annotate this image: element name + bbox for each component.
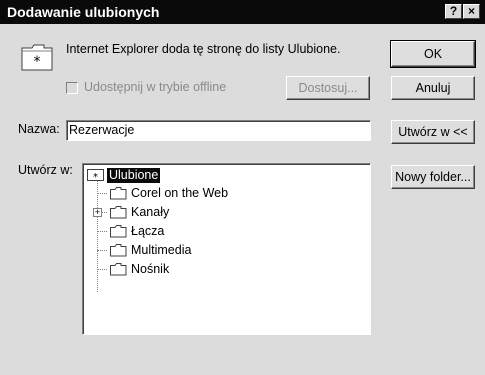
create-in-label: Utwórz w: <box>18 163 73 177</box>
folder-icon <box>110 224 127 243</box>
cancel-button[interactable]: Anuluj <box>391 76 475 100</box>
info-message: Internet Explorer doda tę stronę do list… <box>66 42 341 56</box>
add-favorites-dialog: Dodawanie ulubionych ? × * Internet Expl… <box>0 0 485 375</box>
tree-line <box>102 212 107 214</box>
name-input[interactable]: Rezerwacje <box>66 120 371 141</box>
name-input-value: Rezerwacje <box>69 123 135 137</box>
tree-line <box>97 269 107 271</box>
tree-item-multimedia[interactable]: Multimedia <box>131 243 191 258</box>
svg-text:*: * <box>93 172 98 182</box>
tree-line <box>97 231 107 233</box>
help-button[interactable]: ? <box>445 4 462 19</box>
create-in-button[interactable]: Utwórz w << <box>391 120 475 144</box>
name-label: Nazwa: <box>18 122 60 136</box>
favorites-star-icon: * <box>87 168 105 187</box>
folder-icon <box>110 186 127 205</box>
folder-icon <box>110 205 127 224</box>
svg-text:*: * <box>34 54 41 70</box>
customize-button[interactable]: Dostosuj... <box>286 76 370 100</box>
tree-item-lacza[interactable]: Łącza <box>131 224 164 239</box>
offline-checkbox-label: Udostępnij w trybie offline <box>84 80 227 94</box>
folder-tree[interactable]: * Ulubione Corel on the Web + Kanały Łąc… <box>82 163 371 335</box>
folder-icon <box>110 243 127 262</box>
close-button[interactable]: × <box>463 4 480 19</box>
tree-line <box>97 193 107 195</box>
new-folder-button[interactable]: Nowy folder... <box>391 165 475 189</box>
tree-line <box>97 180 99 292</box>
tree-item-corel[interactable]: Corel on the Web <box>131 186 228 201</box>
ok-button[interactable]: OK <box>390 40 476 68</box>
tree-item-kanaly[interactable]: Kanały <box>131 205 169 220</box>
tree-item-nosnik[interactable]: Nośnik <box>131 262 169 277</box>
favorites-icon: * <box>20 42 54 72</box>
expand-icon[interactable]: + <box>93 208 102 217</box>
tree-item-ulubione[interactable]: Ulubione <box>107 168 161 183</box>
window-title: Dodawanie ulubionych <box>7 4 160 20</box>
title-bar[interactable]: Dodawanie ulubionych ? × <box>0 0 485 24</box>
folder-icon <box>110 262 127 281</box>
tree-line <box>97 250 107 252</box>
offline-checkbox[interactable] <box>66 82 78 94</box>
